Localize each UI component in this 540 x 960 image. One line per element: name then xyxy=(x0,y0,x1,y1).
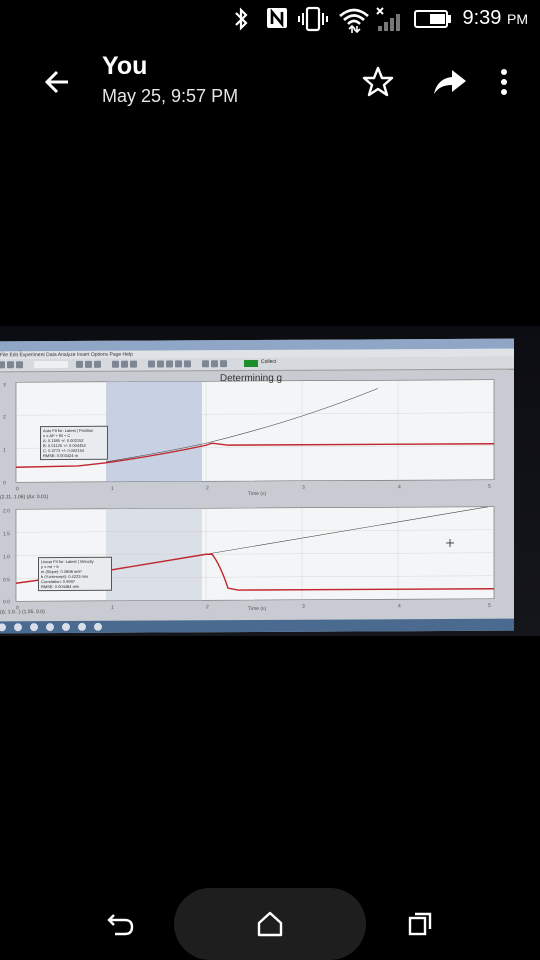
svg-text:1.5: 1.5 xyxy=(3,531,10,537)
back-arrow-icon xyxy=(44,70,68,94)
star-button[interactable] xyxy=(358,62,398,102)
app-bar: You May 25, 9:57 PM xyxy=(0,40,540,120)
svg-text:1.0: 1.0 xyxy=(3,554,10,560)
toolbar: Collect xyxy=(0,356,514,373)
back-nav-icon xyxy=(107,914,134,936)
svg-text:1: 1 xyxy=(111,605,114,611)
svg-text:0.5: 0.5 xyxy=(3,577,10,583)
system-nav-bar xyxy=(0,888,540,960)
coordinate-readout: (2.11, 1.06) (Δx: 0.01) xyxy=(0,494,49,501)
x-axis-label: Time (s) xyxy=(248,605,267,613)
windows-taskbar xyxy=(0,618,514,634)
wifi-icon xyxy=(339,8,369,34)
bluetooth-icon xyxy=(235,7,248,31)
more-options-button[interactable] xyxy=(484,62,524,102)
photo-viewer-image[interactable]: Logger Pro File Edit Experiment Data Ana… xyxy=(0,326,540,636)
position-graph: 3 2 1 0 0 1 2 3 4 5 Determining g Auto F… xyxy=(0,372,504,502)
home-icon xyxy=(257,911,283,937)
svg-text:3: 3 xyxy=(302,485,305,491)
photographed-monitor: Logger Pro File Edit Experiment Data Ana… xyxy=(0,338,514,634)
collect-label: Collect xyxy=(261,358,277,365)
velocity-graph: 2.0 1.5 1.0 0.5 0.0 0 1 2 3 4 5 Linear F… xyxy=(0,503,504,617)
vibrate-icon xyxy=(298,6,328,32)
svg-text:2: 2 xyxy=(206,604,209,610)
cell-signal-icon xyxy=(376,7,400,31)
battery-icon xyxy=(414,10,451,28)
star-icon xyxy=(362,66,394,97)
svg-text:2: 2 xyxy=(3,414,6,420)
share-icon xyxy=(434,70,466,94)
svg-text:1: 1 xyxy=(3,447,6,453)
status-time: 9:39 PM xyxy=(462,7,529,29)
status-bar: 9:39 PM xyxy=(0,0,540,38)
more-vert-icon xyxy=(501,69,507,95)
svg-text:1: 1 xyxy=(111,486,114,492)
svg-text:4: 4 xyxy=(398,603,401,609)
linear-fit-box: Linear Fit for: Latest | Velocity y = mt… xyxy=(38,556,112,592)
svg-text:5: 5 xyxy=(488,484,491,490)
curve-fit-box: Auto Fit for: Latest | Position x = At² … xyxy=(40,425,108,461)
x-axis-label: Time (s) xyxy=(248,490,267,498)
page-title: You xyxy=(102,52,148,80)
svg-text:0: 0 xyxy=(3,480,6,486)
svg-text:0: 0 xyxy=(16,486,19,492)
nav-recents-button[interactable] xyxy=(394,888,446,960)
svg-text:4: 4 xyxy=(398,484,401,490)
share-button[interactable] xyxy=(430,62,470,102)
back-button[interactable] xyxy=(38,62,78,102)
nav-back-button[interactable] xyxy=(94,888,146,960)
svg-text:5: 5 xyxy=(488,603,491,609)
recents-icon xyxy=(408,912,432,936)
nfc-icon xyxy=(267,8,287,28)
svg-text:3: 3 xyxy=(302,604,305,610)
collect-button xyxy=(244,359,258,368)
svg-text:2: 2 xyxy=(206,485,209,491)
nav-home-button[interactable] xyxy=(174,888,366,960)
svg-text:2.0: 2.0 xyxy=(3,508,10,514)
coordinate-readout: (Δ: 1.0...) (1.05, 0.0) xyxy=(0,609,45,616)
svg-text:0.0: 0.0 xyxy=(3,599,10,605)
page-subtitle: May 25, 9:57 PM xyxy=(102,86,239,106)
